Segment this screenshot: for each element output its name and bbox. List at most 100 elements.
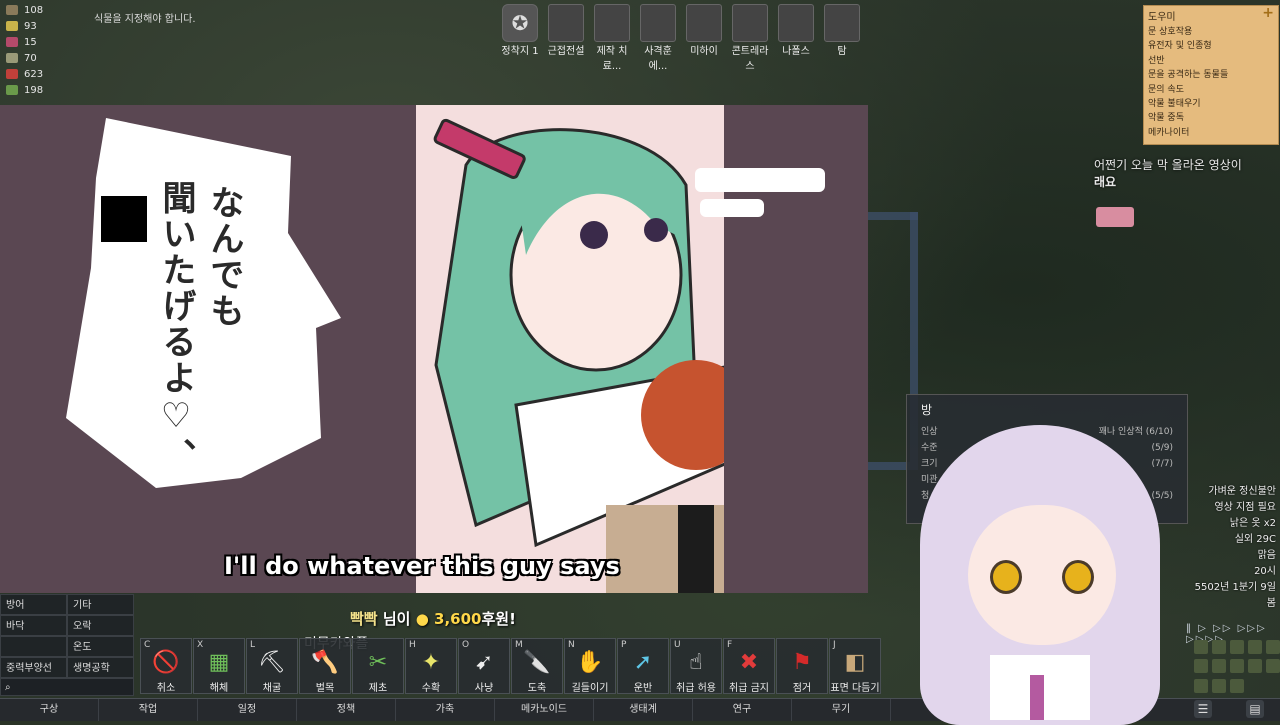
order-button[interactable]: O ➹ 사냥 (458, 638, 510, 694)
menu-icon[interactable]: ☰ (1194, 700, 1212, 718)
helper-item[interactable]: 악물 중독 (1144, 111, 1278, 125)
order-button[interactable]: P ➚ 운반 (617, 638, 669, 694)
helper-item[interactable]: 문의 속도 (1144, 83, 1278, 97)
tab-policy[interactable]: 정책 (297, 699, 396, 721)
deconstruct-icon: ▦ (208, 649, 230, 675)
tab-wildlife[interactable]: 생태계 (594, 699, 693, 721)
haul-arrow-icon: ➚ (633, 649, 653, 675)
alert-message[interactable]: 식물을 지정해야 합니다. (94, 10, 196, 25)
avatar-tie (1030, 675, 1044, 720)
architect-category[interactable]: 중력부양선 (0, 657, 67, 678)
toggle-icon[interactable] (1230, 659, 1244, 674)
illustration-figure (433, 118, 786, 593)
helper-item[interactable]: 악물 불태우기 (1144, 97, 1278, 111)
toggle-icon[interactable] (1248, 659, 1262, 674)
allow-hand-icon: ☝ (689, 649, 703, 675)
order-button[interactable]: L ⛏ 채굴 (246, 638, 298, 694)
colonist-avatar (640, 4, 676, 42)
order-button[interactable]: M 🔪 도축 (511, 638, 563, 694)
order-button[interactable]: N ✋ 길들이기 (564, 638, 616, 694)
pickaxe-icon: ⛏ (258, 649, 286, 675)
colony-tab[interactable]: ✪ 정착지 1 (500, 4, 540, 72)
architect-category[interactable]: 오락 (67, 615, 134, 636)
order-button[interactable]: F ✖ 취급 금지 (723, 638, 775, 694)
coin-icon: ● (415, 610, 429, 628)
add-icon[interactable]: + (1262, 6, 1274, 23)
colonist-portrait[interactable]: 근접전설 (546, 4, 586, 72)
toggle-icon[interactable] (1230, 640, 1244, 654)
order-button[interactable]: X ▦ 해체 (193, 638, 245, 694)
architect-category[interactable] (0, 636, 67, 657)
order-button[interactable]: C 🚫 취소 (140, 638, 192, 694)
avatar-eye (1062, 560, 1094, 594)
toggle-icon[interactable] (1248, 640, 1262, 654)
order-button[interactable]: H ✦ 수확 (405, 638, 457, 694)
toggle-icon[interactable] (1266, 659, 1280, 674)
tab-weapons[interactable]: 무기 (792, 699, 891, 721)
colonist-portrait[interactable]: 사격훈에... (638, 4, 678, 72)
colonist-avatar (732, 4, 768, 42)
resource-icon (6, 69, 18, 79)
resource-row: 623 (0, 66, 80, 82)
tab-mechanoids[interactable]: 메카노이드 (495, 699, 594, 721)
architect-category[interactable]: 기타 (67, 594, 134, 615)
order-button[interactable]: 🪓 벌목 (299, 638, 351, 694)
colonist-portrait[interactable]: 탐 (822, 4, 862, 72)
search-input[interactable]: ⌕ (0, 678, 134, 696)
tab-schedule[interactable]: 일정 (198, 699, 297, 721)
forbid-icon: ✖ (739, 649, 759, 675)
colonist-avatar (778, 4, 814, 42)
smooth-surface-icon: ◧ (844, 649, 866, 675)
emote-icon (1096, 207, 1134, 227)
chat-message: 어쩐기 오늘 막 올라온 영상이 래요 (1094, 158, 1242, 189)
orders-toolbar: C 🚫 취소 X ▦ 해체 L ⛏ 채굴 🪓 벌목 ✂ 제초 H ✦ 수확 O ➹ 사냥 M 🔪 도축 N ✋… (140, 638, 881, 694)
hand-icon: ✋ (576, 649, 604, 675)
colonist-portrait[interactable]: 제작 치료... (592, 4, 632, 72)
toggle-icon[interactable] (1212, 659, 1226, 674)
toggle-icon[interactable] (1194, 640, 1208, 654)
menu-grid-icon[interactable]: ▤ (1246, 700, 1264, 718)
tab-research[interactable]: 연구 (693, 699, 792, 721)
helper-item[interactable]: 문 상호작용 (1144, 25, 1278, 39)
architect-category[interactable]: 바닥 (0, 615, 67, 636)
toggle-icon[interactable] (1212, 640, 1226, 654)
chat-bubble (700, 199, 764, 217)
anime-illustration (416, 105, 786, 593)
toggle-icon[interactable] (1194, 659, 1208, 674)
architect-category[interactable]: 방어 (0, 594, 67, 615)
architect-menu: 방어 기타 바닥 오락 온도 중력부양선 생명공학 ⌕ (0, 594, 134, 696)
tab-work[interactable]: 작업 (99, 699, 198, 721)
helper-item[interactable]: 선반 (1144, 54, 1278, 68)
knife-icon: 🔪 (523, 649, 551, 675)
resource-row: 70 (0, 50, 80, 66)
colonist-portrait[interactable]: 나폴스 (776, 4, 816, 72)
order-button[interactable]: ⚑ 점거 (776, 638, 828, 694)
video-subtitle: I'll do whatever this guy says (224, 552, 620, 580)
colonist-avatar (548, 4, 584, 42)
order-button[interactable]: U ☝ 취급 허용 (670, 638, 722, 694)
tab-animals[interactable]: 가축 (396, 699, 495, 721)
toggle-icon[interactable] (1230, 678, 1244, 693)
tab-architect[interactable]: 구상 (0, 699, 99, 721)
architect-category[interactable]: 생명공학 (67, 657, 134, 678)
toggle-icon[interactable] (1266, 640, 1280, 654)
helper-item[interactable]: 메카나이터 (1144, 126, 1278, 140)
architect-category[interactable]: 온도 (67, 636, 134, 657)
colonist-avatar (686, 4, 722, 42)
cancel-icon: 🚫 (152, 649, 180, 675)
toggle-icon[interactable] (1212, 678, 1226, 693)
helper-item[interactable]: 유전자 및 인종형 (1144, 39, 1278, 53)
search-icon: ⌕ (5, 681, 11, 693)
colonist-avatar (594, 4, 630, 42)
speech-text-col2: 聞いたげるよ♡、 (156, 180, 196, 474)
order-button[interactable]: ✂ 제초 (352, 638, 404, 694)
vtuber-avatar (880, 405, 1190, 725)
chat-bubble (695, 168, 825, 192)
colonist-portrait[interactable]: 미하이 (684, 4, 724, 72)
donation-amount: 3,600 (434, 610, 482, 628)
colonist-avatar (824, 4, 860, 42)
toggle-icon[interactable] (1194, 678, 1208, 693)
order-button[interactable]: J ◧ 표면 다듬기 (829, 638, 881, 694)
colonist-portrait[interactable]: 콘트레라스 (730, 4, 770, 72)
helper-item[interactable]: 문을 공격하는 동물들 (1144, 68, 1278, 82)
